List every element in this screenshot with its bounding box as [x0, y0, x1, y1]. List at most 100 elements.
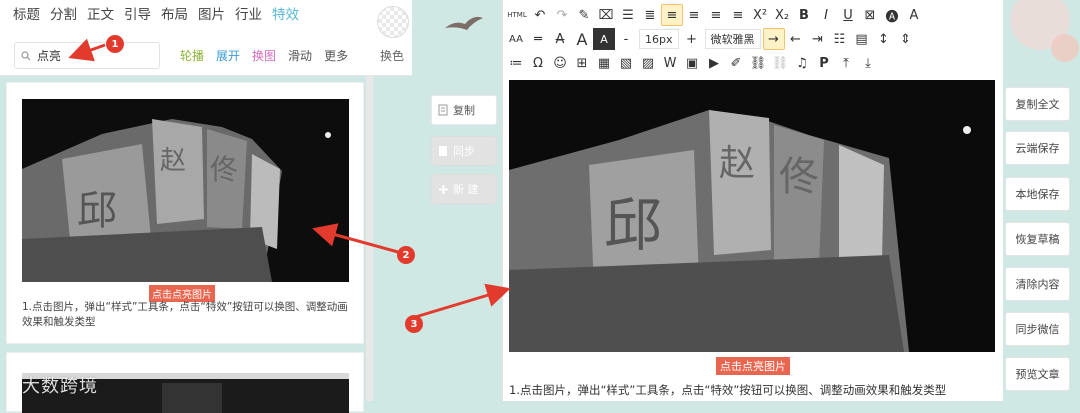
- filter-more[interactable]: 更多: [324, 47, 348, 64]
- unlink-icon[interactable]: ⛓: [769, 52, 791, 74]
- html-source-button[interactable]: HTML: [505, 4, 529, 26]
- tab-divider[interactable]: 分割: [45, 6, 82, 24]
- undo-icon[interactable]: ↶: [529, 4, 551, 26]
- gif-icon[interactable]: ▣: [681, 52, 703, 74]
- template-card[interactable]: 邱 赵 佟 点击点亮图片 1.点击图片，弹出“样式”工具条，点击“特效”按钮可以…: [6, 82, 364, 344]
- plus-button[interactable]: +: [681, 28, 703, 50]
- clear-format-icon[interactable]: ⌧: [595, 4, 617, 26]
- form-icon[interactable]: ⊞: [571, 52, 593, 74]
- annotation-badge-1: 1: [106, 35, 124, 53]
- svg-text:赵: 赵: [160, 146, 186, 176]
- template-photo[interactable]: 邱 赵 佟: [22, 99, 349, 282]
- change-color-button[interactable]: 换色: [380, 47, 404, 64]
- paragraph-format-icon[interactable]: ☷: [829, 28, 851, 50]
- indent-first-icon[interactable]: ⇥: [807, 28, 829, 50]
- font-size-select[interactable]: 16px: [639, 29, 679, 49]
- subscript-button[interactable]: X₂: [771, 4, 793, 26]
- clear-content-button[interactable]: 清除内容: [1005, 267, 1070, 301]
- template-scrollbar[interactable]: [366, 76, 373, 401]
- superscript-button[interactable]: X²: [749, 4, 771, 26]
- copy-icon: [438, 104, 448, 116]
- filter-swap-image[interactable]: 换图: [252, 47, 276, 64]
- filter-expand[interactable]: 展开: [216, 47, 240, 64]
- local-save-button[interactable]: 本地保存: [1005, 177, 1070, 211]
- special-char-button[interactable]: Ω: [527, 52, 549, 74]
- template-panel: 标题 分割 正文 引导 布局 图片 行业 特效 点亮 轮播 展开 换图 滑动 更…: [0, 0, 412, 413]
- effect-filters: 轮播 展开 换图 滑动 更多: [180, 47, 348, 64]
- editor-toolbar: HTML ↶ ↷ ✎ ⌧ ☰ ≣ ≡ ≡ ≡ ≡ X² X₂ B I U ⊠ 🅐…: [503, 0, 1004, 76]
- plus-icon: [439, 184, 448, 194]
- table-icon[interactable]: ▦: [593, 52, 615, 74]
- skin-color-swatch[interactable]: [377, 6, 409, 38]
- paragraph-button[interactable]: P: [813, 52, 835, 74]
- letter-spacing-icon[interactable]: AA: [505, 28, 527, 50]
- tab-title[interactable]: 标题: [8, 6, 45, 24]
- background-icon[interactable]: ▨: [637, 52, 659, 74]
- back-circle-icon[interactable]: ←: [785, 28, 807, 50]
- annotation-badge-3: 3: [405, 315, 423, 333]
- svg-text:赵: 赵: [719, 143, 755, 184]
- new-button[interactable]: 新 建: [431, 174, 497, 204]
- font-color-button[interactable]: A: [903, 4, 925, 26]
- tab-image[interactable]: 图片: [193, 6, 230, 24]
- strikethrough-button[interactable]: A: [549, 28, 571, 50]
- svg-text:佟: 佟: [779, 154, 819, 200]
- copy-all-button[interactable]: 复制全文: [1005, 87, 1070, 121]
- filter-carousel[interactable]: 轮播: [180, 47, 204, 64]
- bold-button[interactable]: B: [793, 4, 815, 26]
- align-center-icon[interactable]: ≡: [683, 4, 705, 26]
- highlight-button[interactable]: A: [593, 28, 615, 50]
- indent-icon[interactable]: ☰: [617, 4, 639, 26]
- text-box-icon[interactable]: 🅐: [881, 4, 903, 26]
- download-icon[interactable]: ⤓: [857, 52, 879, 74]
- sync-button[interactable]: 同步: [431, 136, 497, 166]
- toolbar-row-2: AA ═ A A A - 16px + 微软雅黑 → ← ⇥ ☷ ▤ ↕ ⇕: [505, 27, 917, 51]
- list-icon[interactable]: ≔: [505, 52, 527, 74]
- align-distribute-icon[interactable]: ≡: [727, 4, 749, 26]
- svg-text:佟: 佟: [210, 153, 238, 186]
- border-icon[interactable]: ⊠: [859, 4, 881, 26]
- align-left-icon[interactable]: ≡: [661, 4, 683, 26]
- redo-icon[interactable]: ↷: [551, 4, 573, 26]
- word-import-icon[interactable]: W: [659, 52, 681, 74]
- minus-button[interactable]: -: [615, 28, 637, 50]
- template-icon[interactable]: ▤: [851, 28, 873, 50]
- preview-article-button[interactable]: 预览文章: [1005, 357, 1070, 391]
- tab-body[interactable]: 正文: [82, 6, 119, 24]
- font-family-select[interactable]: 微软雅黑: [704, 29, 761, 49]
- music-icon[interactable]: ♫: [791, 52, 813, 74]
- video-icon[interactable]: ▶: [703, 52, 725, 74]
- watermark-text: 大数跨境: [22, 376, 98, 397]
- underline-button[interactable]: U: [837, 4, 859, 26]
- tab-effects[interactable]: 特效: [267, 6, 304, 24]
- sync-wechat-button[interactable]: 同步微信: [1005, 312, 1070, 346]
- restore-draft-button[interactable]: 恢复草稿: [1005, 222, 1070, 256]
- italic-button[interactable]: I: [815, 4, 837, 26]
- copy-button[interactable]: 复制: [431, 95, 497, 125]
- align-justify-icon[interactable]: ≣: [639, 4, 661, 26]
- forward-circle-icon[interactable]: →: [762, 28, 785, 50]
- image-icon[interactable]: ▧: [615, 52, 637, 74]
- filter-slide[interactable]: 滑动: [288, 47, 312, 64]
- editor-photo[interactable]: 邱 赵 佟: [509, 80, 995, 352]
- align-top-icon[interactable]: ⤒: [835, 52, 857, 74]
- line-height-icon[interactable]: ↕: [873, 28, 895, 50]
- paragraph-spacing-icon[interactable]: ⇕: [895, 28, 917, 50]
- emoji-icon[interactable]: ☺: [549, 52, 571, 74]
- search-input[interactable]: 点亮: [14, 42, 160, 69]
- format-painter-icon[interactable]: ✎: [573, 4, 595, 26]
- cloud-save-button[interactable]: 云端保存: [1005, 131, 1070, 165]
- copy-label: 复制: [453, 104, 475, 117]
- tab-layout[interactable]: 布局: [156, 6, 193, 24]
- brush-icon[interactable]: ✐: [725, 52, 747, 74]
- category-tabs: 标题 分割 正文 引导 布局 图片 行业 特效: [8, 6, 304, 24]
- template-description: 1.点击图片，弹出“样式”工具条，点击“特效”按钮可以换图、调整动画效果和触发类…: [22, 301, 348, 328]
- sync-label: 同步: [453, 145, 475, 158]
- search-value: 点亮: [37, 49, 62, 63]
- align-right-icon[interactable]: ≡: [705, 4, 727, 26]
- font-size-large-button[interactable]: A: [571, 28, 593, 50]
- tab-guide[interactable]: 引导: [119, 6, 156, 24]
- line-icon[interactable]: ═: [527, 28, 549, 50]
- tab-industry[interactable]: 行业: [230, 6, 267, 24]
- link-icon[interactable]: ⛓: [747, 52, 769, 74]
